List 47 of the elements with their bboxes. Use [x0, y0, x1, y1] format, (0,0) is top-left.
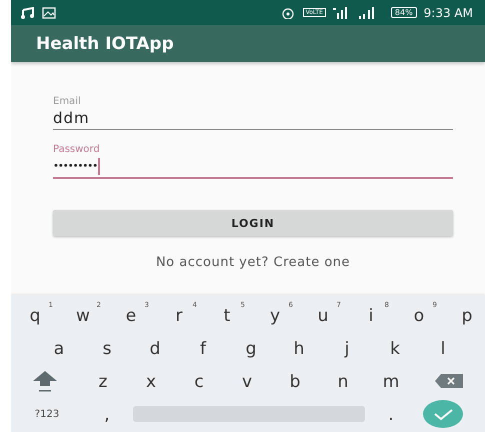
keyboard-key[interactable]: n — [319, 365, 367, 396]
keyboard-key[interactable]: a — [35, 332, 83, 363]
keyboard-key[interactable]: i $^{8}$ — [347, 299, 395, 330]
keyboard-key[interactable]: j — [323, 332, 371, 363]
keyboard-key[interactable]: e $^{3}$ — [107, 299, 155, 330]
keyboard-key[interactable]: m — [367, 365, 415, 396]
keyboard-key[interactable]: , — [83, 398, 131, 429]
keyboard-key[interactable]: x — [127, 365, 175, 396]
field-label: Password — [53, 144, 101, 155]
keyboard-key[interactable]: s — [83, 332, 131, 363]
field-value: ddm — [53, 109, 90, 127]
battery-indicator: 84% — [390, 7, 417, 18]
keyboard-key[interactable]: l — [419, 332, 467, 363]
password-field[interactable]: Password ••••••••• — [53, 144, 453, 179]
field-label: Email — [53, 96, 82, 107]
email-field[interactable]: Email ddm — [53, 96, 453, 130]
keyboard-key[interactable]: o $^{9}$ — [395, 299, 443, 330]
keyboard-key[interactable]: z — [79, 365, 127, 396]
keyboard-key[interactable]: . — [367, 398, 415, 429]
app-title: Health IOTApp — [36, 34, 174, 54]
keyboard-key[interactable]: r $^{4}$ — [155, 299, 203, 330]
keyboard-key[interactable]: g — [227, 332, 275, 363]
keyboard-key[interactable]: p — [443, 299, 485, 330]
music-note-icon — [21, 6, 35, 18]
keyboard-key[interactable]: t $^{5}$ — [203, 299, 251, 330]
keyboard-key[interactable]: q $^{1}$ — [11, 299, 59, 330]
keyboard-key[interactable]: f — [179, 332, 227, 363]
keyboard-key[interactable]: b — [271, 365, 319, 396]
symbols-key[interactable]: ?123 — [11, 398, 83, 429]
keyboard-key[interactable]: h — [275, 332, 323, 363]
image-icon — [42, 6, 56, 18]
keyboard-key[interactable]: k — [371, 332, 419, 363]
status-time: 9:33 AM — [424, 6, 473, 20]
create-account-link[interactable]: No account yet? Create one — [156, 255, 350, 270]
signal-icon — [358, 6, 376, 18]
hotspot-icon — [280, 6, 296, 18]
keyboard-key[interactable]: w $^{2}$ — [59, 299, 107, 330]
login-button[interactable]: LOGIN — [53, 210, 453, 236]
text-cursor — [98, 158, 100, 174]
keyboard-key[interactable]: c — [175, 365, 223, 396]
checkmark-key-icon[interactable] — [423, 400, 463, 428]
keyboard-key[interactable]: d — [131, 332, 179, 363]
backspace-key-icon[interactable] — [434, 372, 464, 388]
field-value: ••••••••• — [53, 160, 98, 172]
keyboard-key[interactable]: y $^{6}$ — [251, 299, 299, 330]
keyboard-key[interactable]: v — [223, 365, 271, 396]
keyboard-key[interactable]: u $^{7}$ — [299, 299, 347, 330]
